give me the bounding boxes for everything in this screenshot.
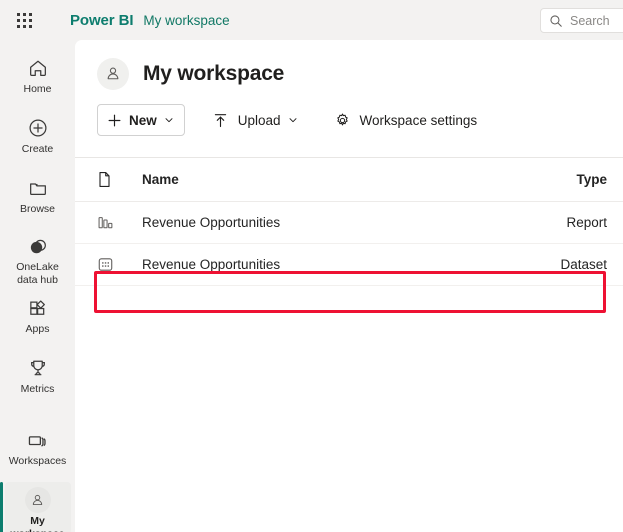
search-input[interactable]	[570, 13, 623, 28]
home-icon	[27, 56, 49, 80]
row-icon-cell	[97, 215, 142, 231]
chevron-down-icon	[164, 115, 174, 125]
sidebar-item-my-workspace[interactable]: My workspace	[0, 482, 71, 532]
row-type: Dataset	[560, 257, 607, 272]
sidebar-item-label: Workspaces	[8, 455, 67, 467]
person-avatar-icon	[24, 487, 51, 513]
sidebar-item-label: Home	[23, 83, 52, 95]
apps-grid-icon	[27, 296, 49, 320]
search-icon	[549, 14, 563, 28]
plus-icon	[107, 113, 122, 128]
waffle-grid-icon[interactable]	[4, 0, 44, 40]
sidebar-item-label: My workspace	[10, 515, 64, 532]
sidebar-item-label: Apps	[25, 323, 50, 335]
sidebar-item-label: Metrics	[20, 383, 55, 395]
workspace-header: My workspace	[75, 40, 623, 90]
dataset-dots-icon	[97, 256, 114, 273]
row-icon-cell	[97, 256, 142, 273]
column-header-icon[interactable]	[97, 171, 142, 188]
table-header-row: Name Type	[75, 158, 623, 202]
upload-arrow-icon	[212, 112, 229, 129]
sidebar-item-label: OneLake data hub	[16, 261, 59, 286]
workspace-avatar-icon	[97, 58, 129, 90]
sidebar-item-workspaces[interactable]: Workspaces	[5, 422, 71, 474]
top-bar: Power BI My workspace	[0, 0, 623, 40]
folder-icon	[27, 176, 49, 200]
workspace-toolbar: New Upload Workspace settings	[75, 90, 623, 136]
table-row[interactable]: Revenue Opportunities Report	[75, 202, 623, 244]
report-bars-icon	[97, 215, 115, 231]
main-content: My workspace New Upload Workspace settin…	[75, 40, 623, 532]
new-button[interactable]: New	[97, 104, 185, 136]
row-type: Report	[566, 215, 607, 230]
workspace-settings-label: Workspace settings	[359, 112, 478, 128]
column-header-name[interactable]: Name	[142, 172, 528, 187]
chevron-down-icon	[288, 115, 298, 125]
selection-indicator	[0, 482, 3, 532]
file-icon	[97, 171, 112, 188]
page-title: My workspace	[143, 62, 285, 85]
gear-icon	[334, 112, 351, 129]
sidebar-item-apps[interactable]: Apps	[5, 290, 71, 342]
waffle-dots	[16, 12, 32, 28]
upload-button-label: Upload	[237, 112, 281, 128]
table-row[interactable]: Revenue Opportunities Dataset	[75, 244, 623, 286]
sidebar-item-label: Browse	[19, 203, 55, 215]
brand-power-bi[interactable]: Power BI	[70, 12, 133, 29]
workspaces-stack-icon	[26, 428, 49, 452]
row-name[interactable]: Revenue Opportunities	[142, 215, 528, 230]
new-button-label: New	[129, 112, 157, 128]
onelake-icon	[27, 236, 49, 258]
breadcrumb[interactable]: My workspace	[143, 13, 229, 28]
sidebar-item-home[interactable]: Home	[5, 50, 71, 102]
search-box[interactable]	[540, 8, 623, 33]
sidebar-item-onelake-data-hub[interactable]: OneLake data hub	[5, 230, 71, 286]
trophy-icon	[27, 356, 49, 380]
upload-button[interactable]: Upload	[203, 104, 307, 136]
sidebar-item-browse[interactable]: Browse	[5, 170, 71, 222]
row-name[interactable]: Revenue Opportunities	[142, 257, 528, 272]
sidebar-item-create[interactable]: Create	[5, 110, 71, 162]
sidebar-item-metrics[interactable]: Metrics	[5, 350, 71, 402]
content-table: Name Type Revenue Opportunities Report R…	[75, 158, 623, 313]
power-bi-workspace-page: Power BI My workspace Home	[0, 0, 623, 532]
column-header-type[interactable]: Type	[528, 172, 623, 187]
sidebar-item-label: Create	[21, 143, 54, 155]
plus-circle-icon	[27, 116, 49, 140]
workspace-settings-button[interactable]: Workspace settings	[325, 104, 487, 136]
left-sidebar: Home Create Browse OneLake data hub Apps…	[0, 40, 75, 532]
